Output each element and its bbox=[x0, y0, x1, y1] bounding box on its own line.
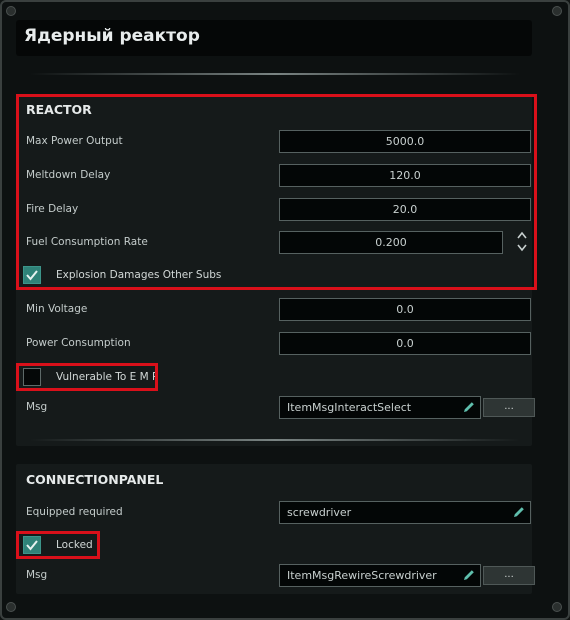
msg-value: ItemMsgInteractSelect bbox=[287, 401, 412, 414]
corner-screw-icon bbox=[6, 602, 16, 612]
corner-screw-icon bbox=[552, 602, 562, 612]
highlight-box-locked bbox=[16, 531, 100, 559]
msg-options-button[interactable]: ... bbox=[483, 566, 535, 585]
corner-screw-icon bbox=[6, 6, 16, 16]
title-bar: Ядерный реактор bbox=[16, 20, 532, 56]
msg-label: Msg bbox=[26, 401, 48, 413]
msg-options-button[interactable]: ... bbox=[483, 398, 535, 417]
min-voltage-label: Min Voltage bbox=[26, 303, 88, 315]
connection-panel: CONNECTIONPANEL Equipped required screwd… bbox=[16, 464, 535, 594]
power-consumption-label: Power Consumption bbox=[26, 337, 131, 349]
corner-screw-icon bbox=[552, 6, 562, 16]
window-title: Ядерный реактор bbox=[24, 26, 200, 46]
pencil-icon[interactable] bbox=[512, 505, 526, 519]
item-editor-window: Ядерный реактор REACTOR Max Power Output… bbox=[0, 0, 570, 620]
divider bbox=[30, 439, 520, 441]
power-consumption-field[interactable]: 0.0 bbox=[279, 332, 531, 355]
divider bbox=[30, 73, 520, 75]
msg-field[interactable]: ItemMsgInteractSelect bbox=[279, 396, 481, 419]
equipped-required-label: Equipped required bbox=[26, 506, 123, 518]
msg-value: ItemMsgRewireScrewdriver bbox=[287, 569, 437, 582]
msg-field[interactable]: ItemMsgRewireScrewdriver bbox=[279, 564, 481, 587]
msg-label: Msg bbox=[26, 569, 48, 581]
pencil-icon[interactable] bbox=[462, 400, 476, 414]
min-voltage-field[interactable]: 0.0 bbox=[279, 298, 531, 321]
highlight-box-vulnerable-emp bbox=[16, 363, 158, 391]
highlight-box-reactor bbox=[16, 94, 537, 290]
section-title-connectionpanel: CONNECTIONPANEL bbox=[26, 472, 164, 487]
equipped-required-value: screwdriver bbox=[287, 506, 352, 519]
equipped-required-field[interactable]: screwdriver bbox=[279, 501, 531, 524]
pencil-icon[interactable] bbox=[462, 568, 476, 582]
